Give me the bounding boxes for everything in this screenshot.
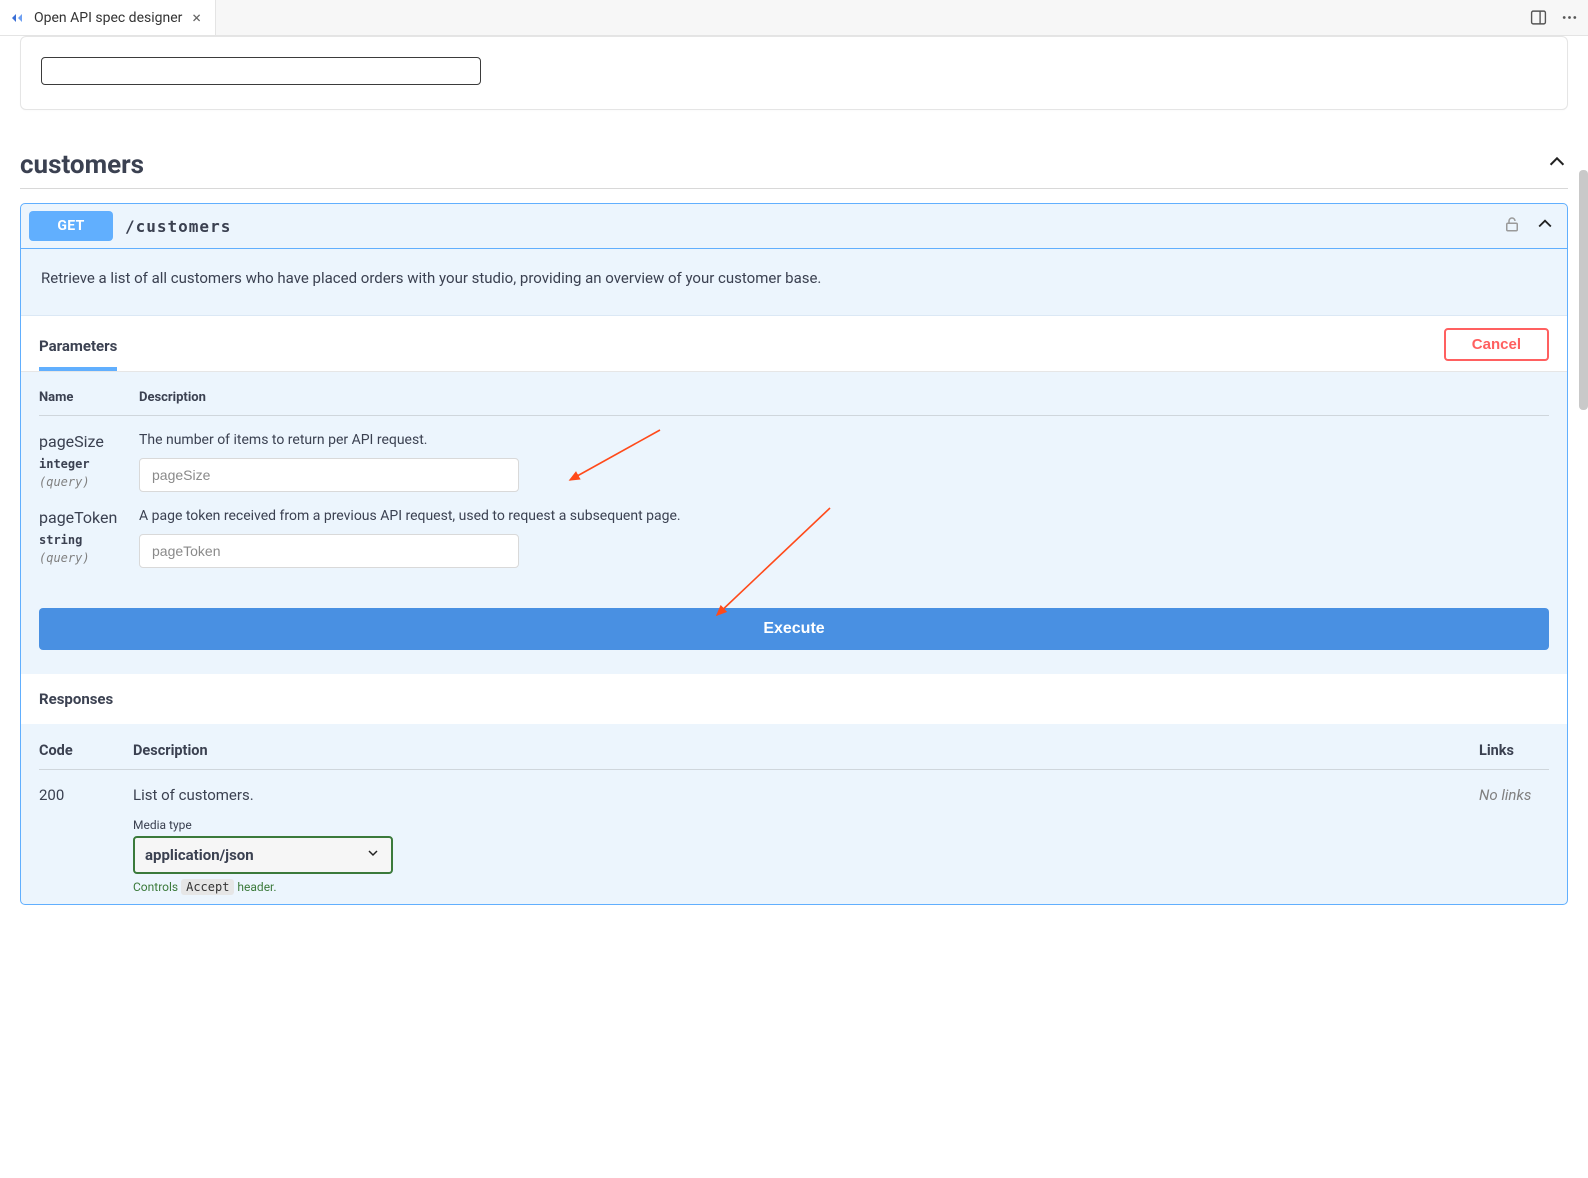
operation-summary[interactable]: GET /customers (21, 204, 1567, 249)
media-type-select[interactable]: application/json (133, 836, 393, 874)
param-location: (query) (39, 551, 139, 565)
response-row: 200 List of customers. Media type applic… (39, 770, 1549, 894)
col-header-name: Name (39, 390, 139, 405)
cancel-button[interactable]: Cancel (1444, 328, 1549, 361)
parameters-header: Parameters Cancel (21, 316, 1567, 372)
operation-path: /customers (125, 217, 231, 236)
param-type: string (39, 533, 139, 547)
close-icon[interactable]: × (190, 8, 203, 27)
param-type: integer (39, 457, 139, 471)
param-input-pagetoken[interactable] (139, 534, 519, 568)
openapi-icon (10, 10, 26, 26)
collapse-operation-button[interactable] (1535, 214, 1555, 238)
param-name: pageSize (39, 432, 139, 451)
col-header-links: Links (1479, 742, 1549, 759)
parameters-tab[interactable]: Parameters (39, 329, 117, 371)
operation-block: GET /customers Retrieve a list of all cu… (20, 203, 1568, 905)
response-description: List of customers. (133, 786, 1479, 804)
col-header-code: Code (39, 742, 133, 759)
media-type-label: Media type (133, 818, 1479, 832)
param-name: pageToken (39, 508, 139, 527)
editor-tab-bar: Open API spec designer × (0, 0, 1588, 36)
chevron-down-icon (365, 845, 381, 865)
param-table-header: Name Description (39, 390, 1549, 416)
server-url-box[interactable] (41, 57, 481, 85)
http-method-badge: GET (29, 211, 113, 241)
param-row: pageSize integer (query) The number of i… (39, 416, 1549, 492)
layout-icon[interactable] (1530, 9, 1547, 26)
param-location: (query) (39, 475, 139, 489)
col-header-description: Description (139, 390, 1549, 405)
param-row: pageToken string (query) A page token re… (39, 492, 1549, 568)
execute-button[interactable]: Execute (39, 608, 1549, 650)
param-description: A page token received from a previous AP… (139, 508, 1549, 524)
scrollbar-thumb[interactable] (1579, 170, 1588, 410)
previous-section-card (20, 36, 1568, 110)
media-type-value: application/json (145, 846, 254, 864)
response-code: 200 (39, 786, 133, 804)
param-description: The number of items to return per API re… (139, 432, 1549, 448)
editor-tab[interactable]: Open API spec designer × (0, 0, 216, 35)
controls-accept-note: Controls Accept header. (133, 880, 1479, 894)
param-input-pagesize[interactable] (139, 458, 519, 492)
response-links: No links (1479, 786, 1549, 804)
tag-title: customers (20, 150, 144, 180)
collapse-tag-button[interactable] (1546, 150, 1568, 180)
responses-title: Responses (21, 674, 1567, 724)
responses-table-header: Code Description Links (39, 742, 1549, 770)
tab-title: Open API spec designer (34, 10, 182, 26)
more-icon[interactable] (1561, 9, 1578, 26)
col-header-rdescription: Description (133, 742, 1479, 759)
operation-description: Retrieve a list of all customers who hav… (21, 249, 1567, 316)
lock-icon[interactable] (1503, 215, 1521, 237)
